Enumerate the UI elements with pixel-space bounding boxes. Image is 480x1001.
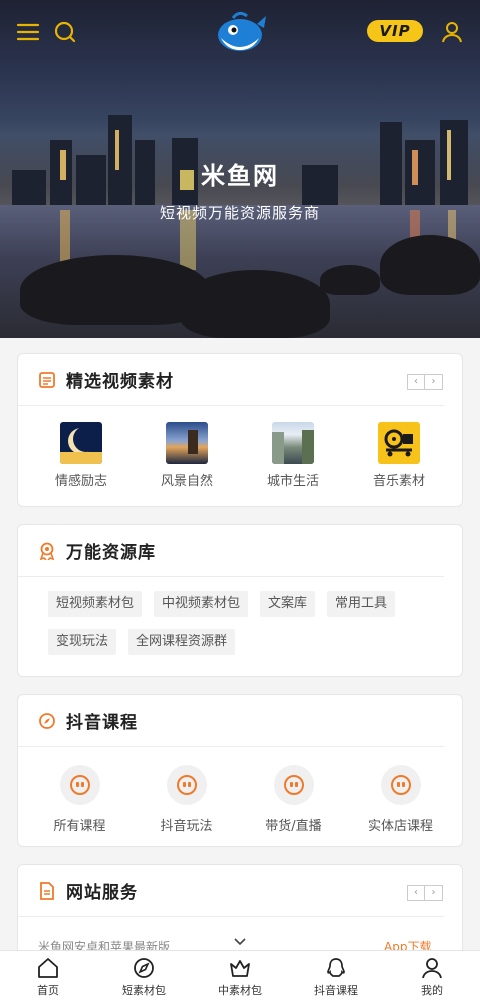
featured-title: 精选视频素材 xyxy=(66,372,174,392)
compass-icon xyxy=(38,712,56,730)
site-logo xyxy=(213,8,267,54)
compass-icon xyxy=(134,958,154,978)
featured-item[interactable]: 情感励志 xyxy=(31,422,131,489)
chat-bubble-icon xyxy=(273,765,314,805)
search-icon[interactable] xyxy=(53,20,77,44)
library-tag[interactable]: 文案库 xyxy=(260,591,316,617)
qq-icon xyxy=(327,958,345,977)
nav-short-pack[interactable]: 短素材包 xyxy=(96,951,192,1001)
crown-icon xyxy=(230,960,250,977)
hero-subtitle: 短视频万能资源服务商 xyxy=(159,204,320,222)
chat-bubble-icon xyxy=(380,765,421,805)
services-pager: ‹ › xyxy=(407,885,443,901)
course-item[interactable]: 实体店课程 xyxy=(349,765,453,834)
library-tag[interactable]: 全网课程资源群 xyxy=(128,629,236,655)
course-item[interactable]: 所有课程 xyxy=(28,765,132,834)
next-arrow-button[interactable]: › xyxy=(425,885,443,901)
music-thumb xyxy=(378,422,420,464)
library-card: 万能资源库 短视频素材包 中视频素材包 文案库 常用工具 变现玩法 全网课程资源… xyxy=(17,524,463,677)
emotion-thumb xyxy=(60,422,102,464)
library-tag[interactable]: 短视频素材包 xyxy=(48,591,143,617)
hero-title: 米鱼网 xyxy=(201,162,279,190)
library-card-header: 万能资源库 xyxy=(18,525,444,577)
featured-item[interactable]: 音乐素材 xyxy=(349,422,449,489)
courses-card: 抖音课程 所有课程 抖音玩法 带货/直播 实体店课程 xyxy=(17,694,463,847)
course-item[interactable]: 带货/直播 xyxy=(242,765,346,834)
nav-mine[interactable]: 我的 xyxy=(384,951,480,1001)
nav-home[interactable]: 首页 xyxy=(0,951,96,1001)
featured-card: 精选视频素材 ‹ › 情感励志 风景自然 城市生活 音乐素材 xyxy=(17,353,463,507)
expand-handle[interactable] xyxy=(222,931,258,951)
courses-title: 抖音课程 xyxy=(66,713,138,733)
landscape-thumb xyxy=(166,422,208,464)
profile-icon xyxy=(422,958,442,979)
nav-douyin-courses[interactable]: 抖音课程 xyxy=(288,951,384,1001)
library-tag[interactable]: 中视频素材包 xyxy=(154,591,249,617)
course-item[interactable]: 抖音玩法 xyxy=(135,765,239,834)
prev-arrow-button[interactable]: ‹ xyxy=(407,374,425,390)
courses-card-header: 抖音课程 xyxy=(18,695,444,747)
document-icon xyxy=(38,371,56,389)
featured-item[interactable]: 城市生活 xyxy=(243,422,343,489)
chat-bubble-icon xyxy=(166,765,207,805)
city-thumb xyxy=(272,422,314,464)
home-icon xyxy=(38,958,58,978)
library-title: 万能资源库 xyxy=(66,543,156,563)
menu-icon[interactable] xyxy=(16,20,40,44)
library-tag[interactable]: 变现玩法 xyxy=(48,629,117,655)
library-tag[interactable]: 常用工具 xyxy=(327,591,396,617)
next-arrow-button[interactable]: › xyxy=(425,374,443,390)
vip-button[interactable]: VIP xyxy=(367,20,423,42)
chat-bubble-icon xyxy=(59,765,100,805)
award-icon xyxy=(38,542,56,561)
file-icon xyxy=(38,881,56,900)
bottom-nav: 首页 短素材包 中素材包 抖音课程 我的 xyxy=(0,950,480,1001)
services-title: 网站服务 xyxy=(66,883,138,903)
featured-item[interactable]: 风景自然 xyxy=(137,422,237,489)
featured-pager: ‹ › xyxy=(407,374,443,390)
nav-mid-pack[interactable]: 中素材包 xyxy=(192,951,288,1001)
user-icon[interactable] xyxy=(440,20,464,44)
featured-card-header: 精选视频素材 xyxy=(18,354,444,406)
services-card-header: 网站服务 xyxy=(18,865,444,917)
prev-arrow-button[interactable]: ‹ xyxy=(407,885,425,901)
